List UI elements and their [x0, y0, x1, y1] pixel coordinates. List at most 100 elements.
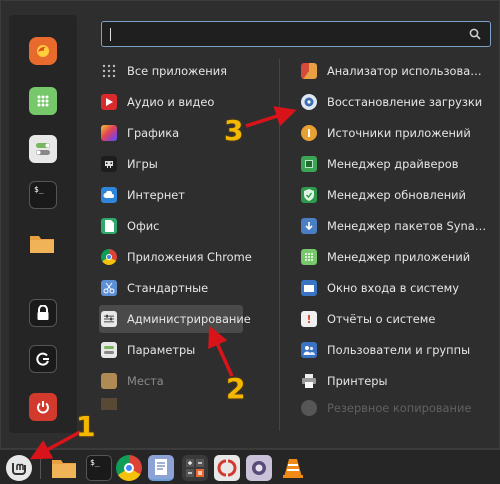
- taskbar: $_: [0, 449, 500, 484]
- grid-icon: [101, 63, 117, 79]
- app-update-manager[interactable]: Менеджер обновлений: [301, 181, 466, 209]
- taskbar-calculator[interactable]: [182, 455, 208, 481]
- category-administration[interactable]: Администрирование: [99, 305, 251, 333]
- vlc-icon: [283, 459, 303, 478]
- cloud-icon: [101, 187, 117, 203]
- mint-logo-icon: [12, 463, 26, 475]
- app-label: Менеджер пакетов Syna…: [327, 219, 487, 233]
- boot-repair-icon: [301, 94, 317, 110]
- app-system-reports[interactable]: ! Отчёты о системе: [301, 305, 435, 333]
- annotation-number-1: 1: [76, 410, 96, 443]
- app-label: Резервное копирование: [327, 401, 472, 415]
- category-label: Офис: [127, 219, 160, 233]
- category-office[interactable]: Офис: [101, 212, 159, 240]
- category-label: Параметры: [127, 343, 196, 357]
- software-manager-icon[interactable]: [29, 87, 57, 115]
- app-label: Принтеры: [327, 374, 388, 388]
- annotation-number-2: 2: [226, 372, 246, 405]
- taskbar-terminal[interactable]: $_: [86, 455, 112, 481]
- terminal-icon: $_: [90, 458, 100, 467]
- app-label: Окно входа в систему: [327, 281, 460, 295]
- app-printers[interactable]: Принтеры: [301, 367, 388, 395]
- taskbar-webcam[interactable]: [246, 455, 272, 481]
- app-software-sources[interactable]: Источники приложений: [301, 119, 471, 147]
- category-label: Аудио и видео: [127, 95, 215, 109]
- taskbar-files[interactable]: [50, 455, 78, 481]
- app-boot-repair[interactable]: Восстановление загрузки: [301, 88, 482, 116]
- category-label: Интернет: [127, 188, 185, 202]
- app-label: Менеджер приложений: [327, 250, 471, 264]
- search-icon: [469, 28, 481, 40]
- firefox-icon[interactable]: [29, 37, 57, 65]
- category-label: Игры: [127, 157, 158, 171]
- terminal-icon[interactable]: $_: [29, 181, 57, 209]
- places-folder-icon: [101, 373, 117, 389]
- category-parameters[interactable]: Параметры: [101, 336, 195, 364]
- app-driver-manager[interactable]: Менеджер драйверов: [301, 150, 458, 178]
- parameters-icon: [101, 342, 117, 358]
- play-icon: [101, 94, 117, 110]
- folder-icon[interactable]: [29, 229, 55, 257]
- software-manager-icon: [301, 249, 317, 265]
- text-cursor: [110, 28, 111, 41]
- admin-icon: [101, 311, 117, 327]
- taskbar-chrome[interactable]: [116, 455, 142, 481]
- category-label: Места: [127, 374, 164, 388]
- folder-icon: [52, 460, 76, 478]
- settings-toggle-icon[interactable]: [29, 135, 57, 163]
- app-software-manager[interactable]: Менеджер приложений: [301, 243, 470, 271]
- users-groups-icon: [301, 342, 317, 358]
- favorites-sidebar: $_: [9, 15, 77, 433]
- app-label: Источники приложений: [327, 126, 471, 140]
- power-icon[interactable]: [29, 393, 57, 421]
- chrome-icon: [101, 249, 117, 265]
- desktop: $_ Все приложения Аудио и видео Графика …: [0, 0, 500, 484]
- app-label: Менеджер драйверов: [327, 157, 459, 171]
- search-input[interactable]: [101, 21, 491, 47]
- app-backup[interactable]: Резервное копирование: [301, 398, 471, 418]
- annotation-number-3: 3: [224, 114, 244, 147]
- column-divider: [279, 59, 280, 431]
- logout-icon[interactable]: [29, 345, 57, 373]
- app-synaptic[interactable]: Менеджер пакетов Syna…: [301, 212, 486, 240]
- category-internet[interactable]: Интернет: [101, 181, 185, 209]
- synaptic-icon: [301, 218, 317, 234]
- app-login-window[interactable]: Окно входа в систему: [301, 274, 459, 302]
- category-accessories[interactable]: Стандартные: [101, 274, 208, 302]
- app-label: Менеджер обновлений: [327, 188, 466, 202]
- lock-icon[interactable]: [29, 299, 57, 327]
- category-graphics[interactable]: Графика: [101, 119, 179, 147]
- system-reports-icon: !: [301, 311, 317, 327]
- backup-icon: [301, 400, 317, 416]
- category-label: Администрирование: [127, 312, 251, 326]
- driver-manager-icon: [301, 156, 317, 172]
- category-label: Приложения Chrome: [127, 250, 252, 264]
- sources-icon: [301, 125, 317, 141]
- app-label: Отчёты о системе: [327, 312, 436, 326]
- taskbar-timeshift[interactable]: [214, 455, 240, 481]
- application-menu: $_ Все приложения Аудио и видео Графика …: [0, 0, 500, 449]
- app-label: Анализатор использова…: [327, 64, 482, 78]
- category-games[interactable]: Игры: [101, 150, 158, 178]
- app-users-groups[interactable]: Пользователи и группы: [301, 336, 470, 364]
- category-chrome-apps[interactable]: Приложения Chrome: [101, 243, 252, 271]
- login-window-icon: [301, 280, 317, 296]
- chrome-icon: [124, 463, 134, 473]
- document-icon: [155, 459, 167, 475]
- category-audio-video[interactable]: Аудио и видео: [101, 88, 214, 116]
- taskbar-vlc[interactable]: [280, 455, 306, 481]
- app-label: Пользователи и группы: [327, 343, 471, 357]
- games-icon: [101, 156, 117, 172]
- menu-button[interactable]: [6, 455, 32, 481]
- app-label: Восстановление загрузки: [327, 95, 483, 109]
- calculator-icon: [186, 459, 204, 477]
- backup-tool-icon: [217, 459, 237, 477]
- category-label: Графика: [127, 126, 180, 140]
- category-places[interactable]: Места: [101, 367, 164, 395]
- office-icon: [101, 218, 117, 234]
- app-disk-analyzer[interactable]: Анализатор использова…: [301, 57, 482, 85]
- category-all-apps[interactable]: Все приложения: [101, 57, 227, 85]
- disk-analyzer-icon: [301, 63, 317, 79]
- taskbar-text-editor[interactable]: [148, 455, 174, 481]
- update-manager-icon: [301, 187, 317, 203]
